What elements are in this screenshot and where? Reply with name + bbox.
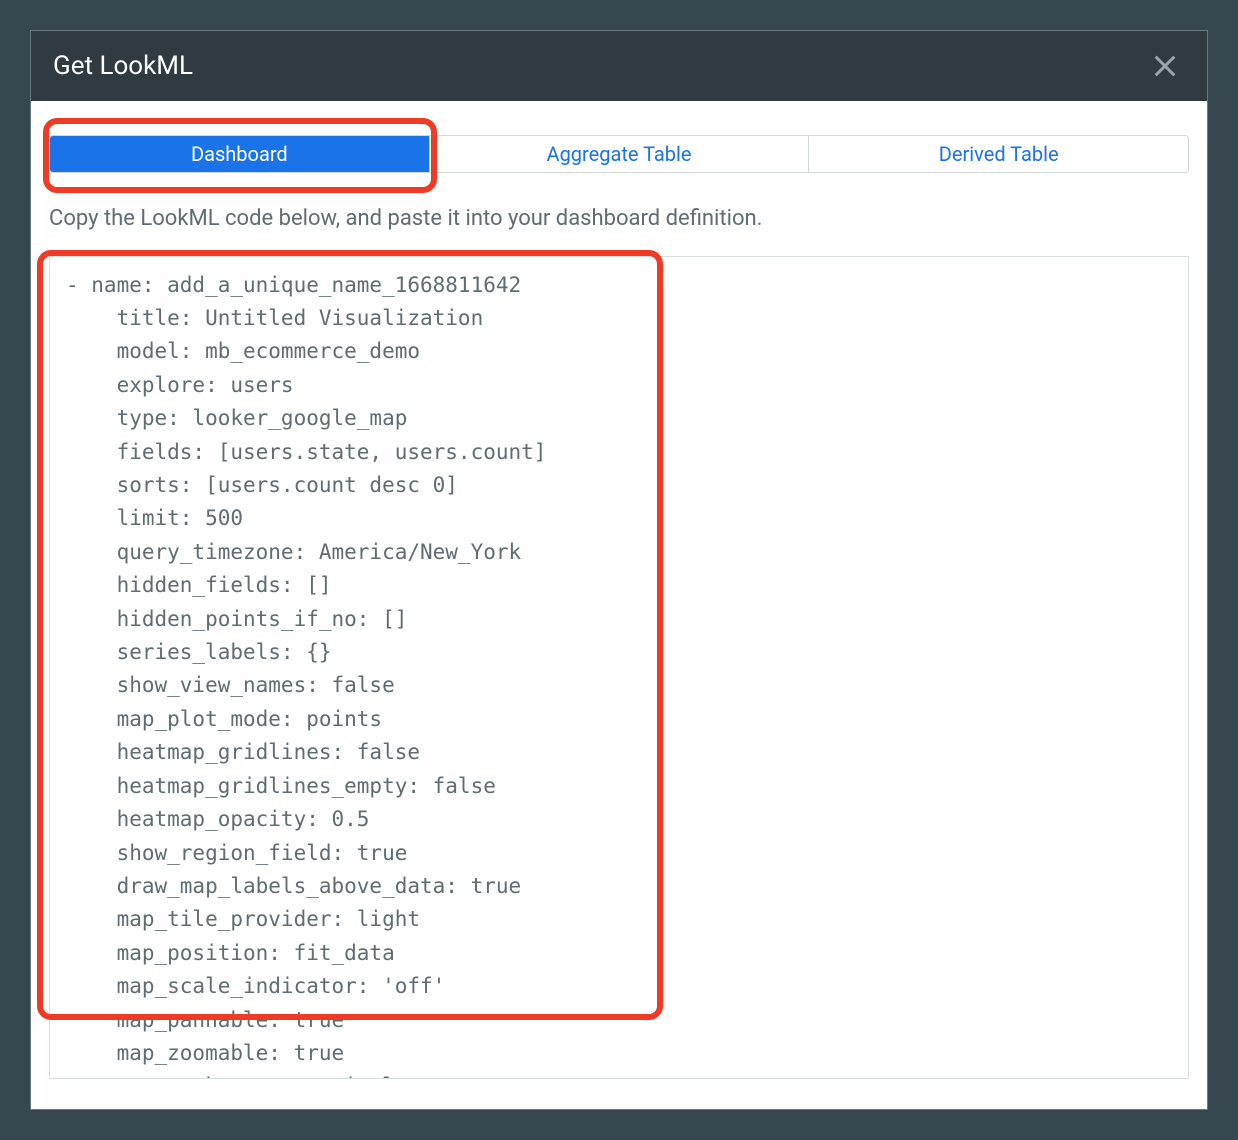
- tab-dashboard[interactable]: Dashboard: [50, 136, 430, 172]
- instruction-text: Copy the LookML code below, and paste it…: [49, 205, 1189, 234]
- tabs-row: Dashboard Aggregate Table Derived Table: [49, 135, 1189, 173]
- modal-body: Dashboard Aggregate Table Derived Table …: [31, 101, 1207, 1109]
- modal-header: Get LookML: [31, 31, 1207, 101]
- tab-label: Aggregate Table: [547, 142, 692, 166]
- code-area-wrap: [49, 256, 1189, 1079]
- close-icon: [1151, 52, 1179, 80]
- modal-title: Get LookML: [53, 51, 193, 81]
- tab-derived-table[interactable]: Derived Table: [809, 136, 1188, 172]
- get-lookml-modal: Get LookML Dashboard Aggregate Table Der…: [30, 30, 1208, 1110]
- lookml-code-textarea[interactable]: [49, 256, 1189, 1079]
- tab-label: Dashboard: [191, 142, 288, 166]
- tab-label: Derived Table: [939, 142, 1059, 166]
- close-button[interactable]: [1145, 46, 1185, 86]
- tab-aggregate-table[interactable]: Aggregate Table: [430, 136, 810, 172]
